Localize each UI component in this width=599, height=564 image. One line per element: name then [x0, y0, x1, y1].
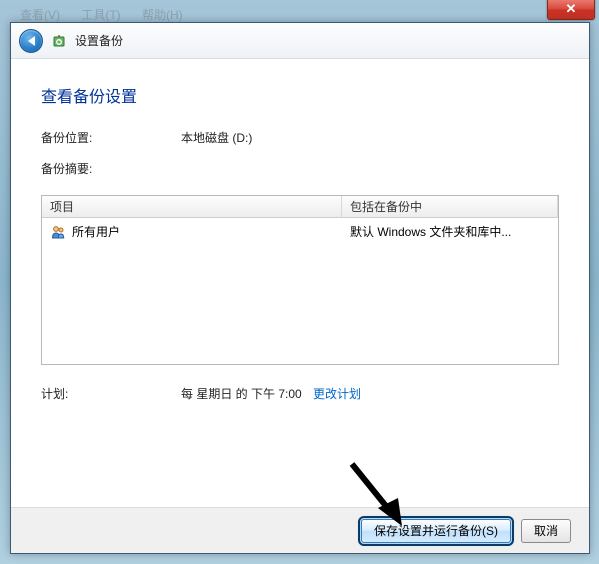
table-col-included[interactable]: 包括在备份中	[342, 196, 558, 217]
schedule-row: 计划: 每 星期日 的 下午 7:00 更改计划	[41, 385, 559, 402]
background-menubar: 查看(V) 工具(T) 帮助(H)	[20, 6, 201, 23]
table-col-item[interactable]: 项目	[42, 196, 342, 217]
wizard-body: 查看备份设置 备份位置: 本地磁盘 (D:) 备份摘要: 项目 包括在备份中	[11, 59, 589, 507]
table-cell-included: 默认 Windows 文件夹和库中...	[342, 221, 558, 242]
save-and-run-button[interactable]: 保存设置并运行备份(S)	[361, 519, 511, 543]
backup-icon	[51, 33, 67, 49]
schedule-value: 每 星期日 的 下午 7:00	[181, 387, 302, 401]
backup-summary-label-row: 备份摘要:	[41, 160, 559, 177]
backup-summary-label: 备份摘要:	[41, 160, 181, 177]
backup-location-row: 备份位置: 本地磁盘 (D:)	[41, 129, 559, 146]
back-button[interactable]	[19, 29, 43, 53]
table-cell-item-text: 所有用户	[72, 223, 120, 240]
page-title: 查看备份设置	[41, 83, 559, 107]
table-cell-item: 所有用户	[42, 221, 342, 242]
window-close-button[interactable]: ✕	[547, 0, 595, 20]
wizard-footer: 保存设置并运行备份(S) 取消	[11, 507, 589, 553]
backup-location-value: 本地磁盘 (D:)	[181, 129, 252, 146]
schedule-label: 计划:	[41, 385, 181, 402]
summary-table: 项目 包括在备份中 所有用户 默认 Windows 文件夹和库中..	[41, 195, 559, 365]
table-header: 项目 包括在备份中	[42, 196, 558, 218]
wizard-title: 设置备份	[75, 32, 123, 49]
change-schedule-link[interactable]: 更改计划	[313, 387, 361, 401]
cancel-button[interactable]: 取消	[521, 519, 571, 543]
wizard-header: 设置备份	[11, 23, 589, 59]
backup-location-label: 备份位置:	[41, 129, 181, 146]
table-row[interactable]: 所有用户 默认 Windows 文件夹和库中...	[42, 218, 558, 245]
wizard-window: 设置备份 查看备份设置 备份位置: 本地磁盘 (D:) 备份摘要: 项目 包括在…	[10, 22, 590, 554]
users-icon	[50, 224, 66, 240]
